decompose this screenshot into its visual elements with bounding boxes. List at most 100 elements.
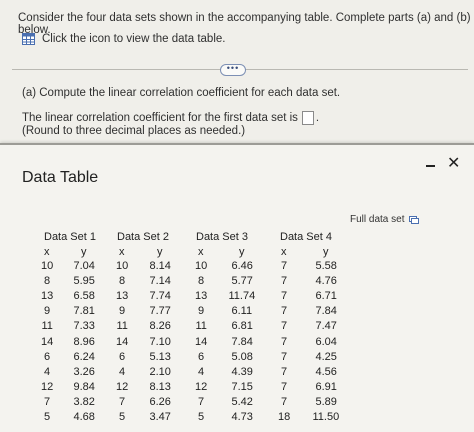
table-cell: 8.13 xyxy=(149,381,171,393)
table-cell: 10 xyxy=(195,260,208,272)
table-cell: 6.46 xyxy=(231,260,253,272)
table-cell: 6.04 xyxy=(315,336,337,348)
table-cell: 4 xyxy=(44,366,51,378)
column-header: x xyxy=(281,246,287,258)
data-set-header: Data Set 3 xyxy=(196,231,248,243)
table-cell: 4 xyxy=(198,366,205,378)
close-button[interactable]: ✕ xyxy=(447,156,460,172)
table-cell: 9 xyxy=(198,305,205,317)
expand-more-button[interactable]: ••• xyxy=(220,64,246,76)
column-header: y xyxy=(81,246,87,258)
table-cell: 7.10 xyxy=(149,336,171,348)
table-cell: 12 xyxy=(41,381,54,393)
table-cell: 5.13 xyxy=(149,351,171,363)
minimize-icon xyxy=(426,165,435,167)
table-cell: 5.58 xyxy=(315,260,337,272)
table-cell: 5 xyxy=(44,411,51,423)
table-cell: 7.04 xyxy=(73,260,95,272)
table-cell: 7 xyxy=(198,396,205,408)
table-cell: 6.26 xyxy=(149,396,171,408)
table-cell: 10 xyxy=(116,260,129,272)
table-cell: 8 xyxy=(119,275,126,287)
table-cell: 5 xyxy=(198,411,205,423)
table-cell: 8.14 xyxy=(149,260,171,272)
view-data-table-link[interactable]: Click the icon to view the data table. xyxy=(22,33,225,45)
view-data-table-label: Click the icon to view the data table. xyxy=(42,33,226,45)
question-panel: Consider the four data sets shown in the… xyxy=(0,0,474,146)
table-cell: 9.84 xyxy=(73,381,95,393)
table-cell: 4.25 xyxy=(315,351,337,363)
column-header: x xyxy=(198,246,204,258)
correlation-answer-input[interactable] xyxy=(301,111,314,125)
column-header: x xyxy=(119,246,125,258)
table-cell: 2.10 xyxy=(149,366,171,378)
table-cell: 11 xyxy=(195,320,207,332)
table-cell: 7.47 xyxy=(315,320,337,332)
table-cell: 6 xyxy=(119,351,126,363)
table-cell: 7 xyxy=(281,336,288,348)
table-cell: 12 xyxy=(195,381,208,393)
table-cell: 5.95 xyxy=(73,275,95,287)
correlation-prompt: The linear correlation coefficient for t… xyxy=(22,112,298,124)
table-cell: 4 xyxy=(119,366,126,378)
table-cell: 14 xyxy=(41,336,54,348)
table-cell: 7 xyxy=(281,275,288,287)
table-cell: 7.14 xyxy=(149,275,171,287)
table-cell: 14 xyxy=(116,336,129,348)
table-cell: 13 xyxy=(116,290,129,302)
table-cell: 4.56 xyxy=(315,366,337,378)
table-cell: 6.71 xyxy=(315,290,337,302)
table-cell: 6.24 xyxy=(73,351,95,363)
table-cell: 12 xyxy=(116,381,129,393)
table-cell: 13 xyxy=(41,290,54,302)
column-header: y xyxy=(323,246,329,258)
table-cell: 6.58 xyxy=(73,290,95,302)
modal-title: Data Table xyxy=(22,169,99,186)
table-cell: 7 xyxy=(281,366,288,378)
table-cell: 6.11 xyxy=(231,305,253,317)
table-cell: 11.50 xyxy=(312,411,340,423)
correlation-question: The linear correlation coefficient for t… xyxy=(22,111,319,125)
data-set-header: Data Set 4 xyxy=(280,231,332,243)
table-cell: 7 xyxy=(281,305,288,317)
table-cell: 7.74 xyxy=(149,290,171,302)
rounding-note: (Round to three decimal places as needed… xyxy=(22,125,246,137)
table-cell: 3.82 xyxy=(73,396,95,408)
data-table-modal: Data Table ✕ Full data set Data Set 1 Dat… xyxy=(0,143,474,432)
table-cell: 7.84 xyxy=(231,336,253,348)
table-cell: 7.77 xyxy=(149,305,171,317)
full-data-set-button[interactable]: Full data set xyxy=(350,214,420,225)
table-cell: 6 xyxy=(44,351,51,363)
table-cell: 7.15 xyxy=(231,381,253,393)
table-cell: 7 xyxy=(281,320,288,332)
column-header: y xyxy=(157,246,163,258)
table-cell: 4.76 xyxy=(315,275,337,287)
table-cell: 6 xyxy=(198,351,205,363)
table-cell: 7 xyxy=(281,396,288,408)
column-header: x xyxy=(44,246,50,258)
table-cell: 10 xyxy=(41,260,54,272)
table-cell: 7 xyxy=(119,396,126,408)
table-cell: 7.81 xyxy=(73,305,95,317)
data-table-icon[interactable] xyxy=(22,33,35,45)
table-cell: 7 xyxy=(44,396,51,408)
table-cell: 11.74 xyxy=(228,290,256,302)
table-cell: 7.84 xyxy=(315,305,337,317)
table-cell: 5.08 xyxy=(231,351,253,363)
part-a-prompt: (a) Compute the linear correlation coeff… xyxy=(22,87,341,99)
table-cell: 5 xyxy=(119,411,126,423)
table-cell: 3.26 xyxy=(73,366,95,378)
table-cell: 8.96 xyxy=(73,336,95,348)
copy-icon xyxy=(409,215,420,224)
table-cell: 5.77 xyxy=(231,275,253,287)
table-cell: 7 xyxy=(281,381,288,393)
table-cell: 9 xyxy=(44,305,51,317)
table-cell: 4.39 xyxy=(231,366,253,378)
correlation-period: . xyxy=(315,112,320,124)
data-set-header: Data Set 2 xyxy=(117,231,169,243)
table-cell: 5.89 xyxy=(315,396,337,408)
minimize-button[interactable] xyxy=(426,159,436,171)
table-cell: 18 xyxy=(278,411,291,423)
table-cell: 14 xyxy=(195,336,208,348)
table-cell: 7 xyxy=(281,260,288,272)
